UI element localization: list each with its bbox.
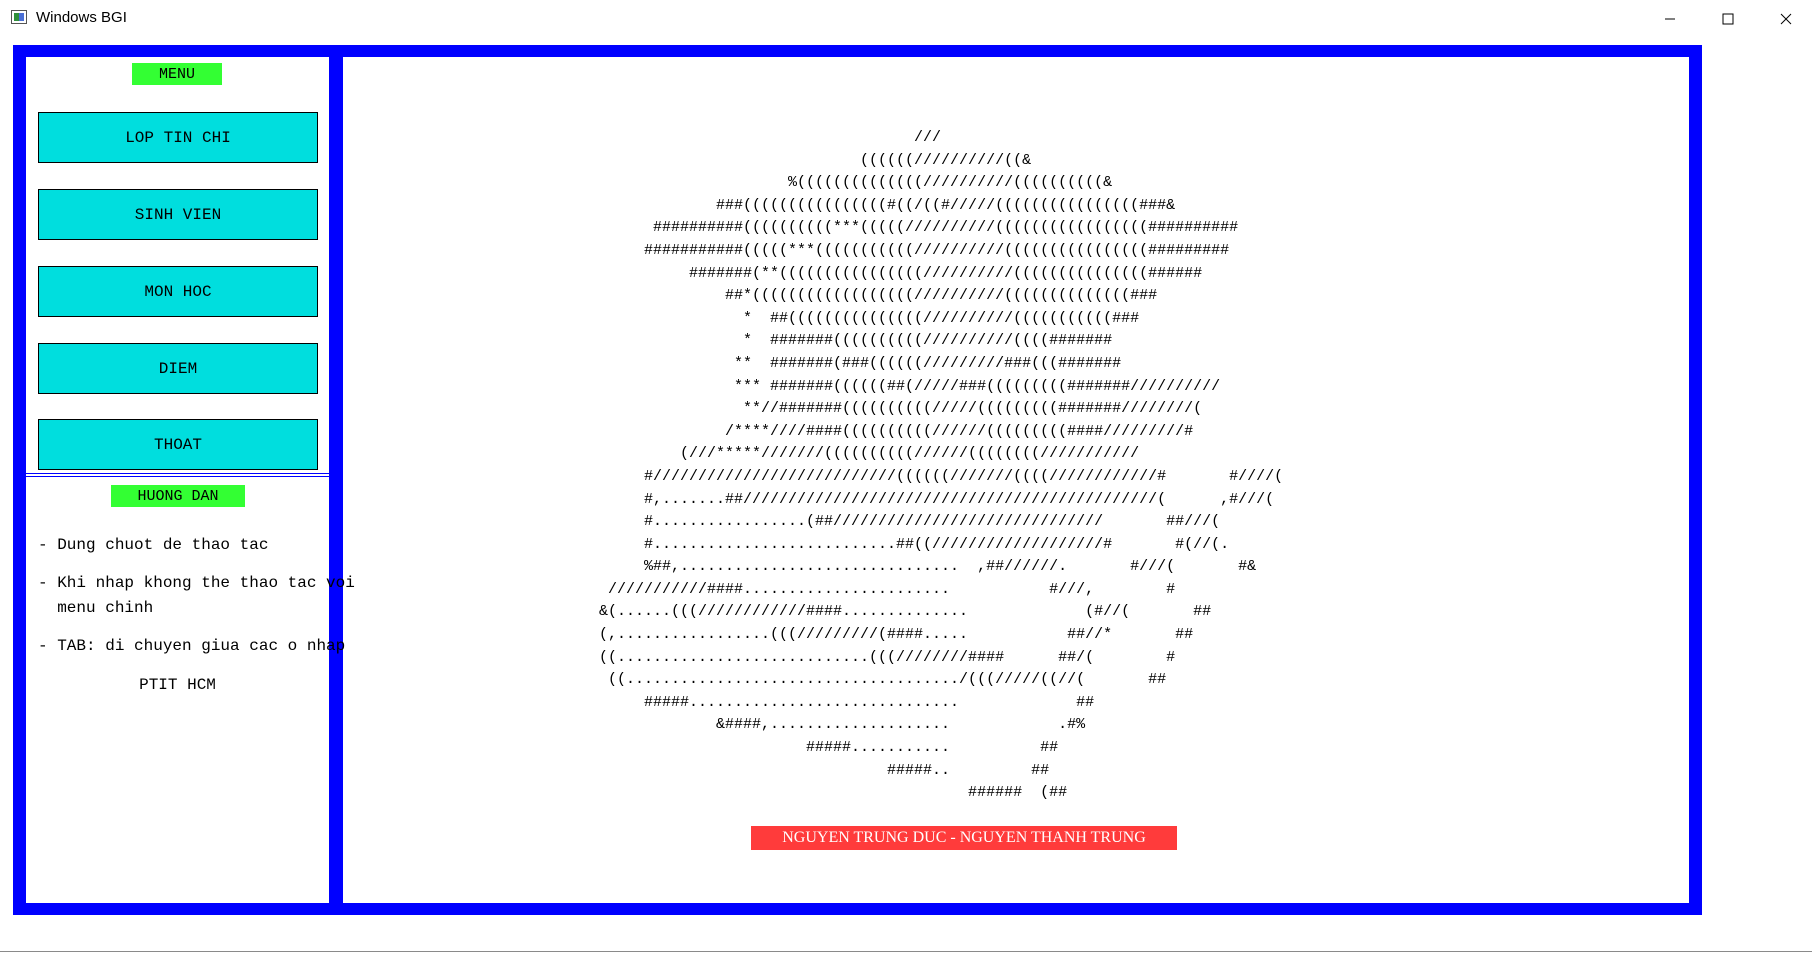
minimize-button[interactable] xyxy=(1641,0,1699,38)
maximize-button[interactable] xyxy=(1699,0,1757,38)
guide-line: menu chinh xyxy=(38,599,154,617)
guide-line: - Dung chuot de thao tac xyxy=(38,536,269,554)
guide-line: - Khi nhap khong the thao tac voi xyxy=(38,574,355,592)
lop-tin-chi-button[interactable]: LOP TIN CHI xyxy=(38,112,318,163)
menu-title: MENU xyxy=(132,63,222,85)
ascii-art: /// ((((((//////////((& %((((((((((((((/… xyxy=(599,129,1284,802)
mon-hoc-button[interactable]: MON HOC xyxy=(38,266,318,317)
title-bar: Windows BGI xyxy=(0,0,1812,38)
panel-divider xyxy=(26,473,329,477)
guide-line: - TAB: di chuyen giua cac o nhap xyxy=(38,637,346,655)
window-bottom-border xyxy=(0,951,1812,952)
close-icon xyxy=(1780,13,1792,25)
thoat-button[interactable]: THOAT xyxy=(38,419,318,470)
close-button[interactable] xyxy=(1757,0,1812,38)
left-panel xyxy=(26,57,329,903)
window-title: Windows BGI xyxy=(36,9,127,26)
sinh-vien-button[interactable]: SINH VIEN xyxy=(38,189,318,240)
footer-text: PTIT HCM xyxy=(139,676,216,694)
maximize-icon xyxy=(1722,13,1734,25)
bgi-app-icon xyxy=(11,10,27,24)
guide-title: HUONG DAN xyxy=(111,485,245,507)
diem-button[interactable]: DIEM xyxy=(38,343,318,394)
display-panel: /// ((((((//////////((& %((((((((((((((/… xyxy=(343,57,1689,903)
credits-badge: NGUYEN TRUNG DUC - NGUYEN THANH TRUNG xyxy=(751,826,1177,850)
minimize-icon xyxy=(1665,18,1675,20)
